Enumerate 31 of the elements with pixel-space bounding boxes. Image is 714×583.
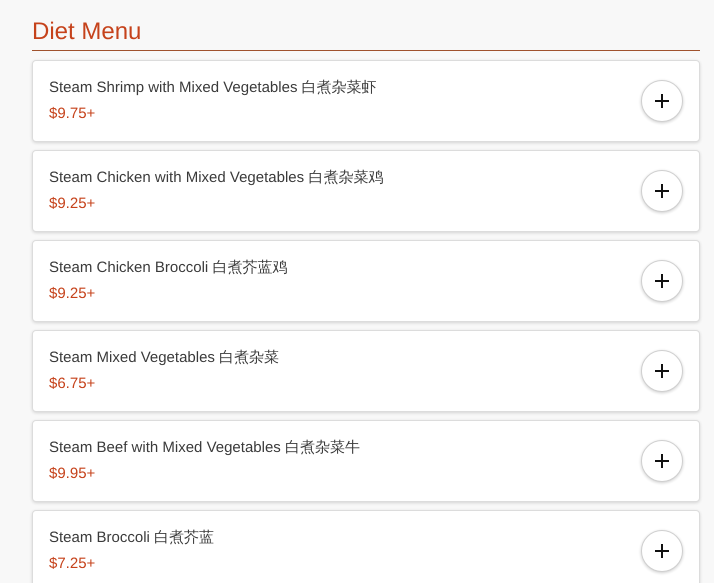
section-title: Diet Menu (32, 17, 142, 47)
plus-icon (654, 363, 670, 379)
item-price: $9.75+ (49, 104, 96, 124)
plus-icon (654, 93, 670, 109)
add-button[interactable] (641, 530, 683, 572)
menu-item-card[interactable]: Steam Broccoli 白煮芥蓝 $7.25+ (32, 510, 700, 583)
add-button[interactable] (641, 440, 683, 482)
menu-item-card[interactable]: Steam Mixed Vegetables 白煮杂菜 $6.75+ (32, 330, 700, 412)
plus-icon (654, 273, 670, 289)
plus-icon (654, 453, 670, 469)
menu-item-card[interactable]: Steam Chicken with Mixed Vegetables 白煮杂菜鸡 $9.25+ (32, 150, 700, 232)
item-price: $7.25+ (49, 554, 96, 574)
add-button[interactable] (641, 170, 683, 212)
menu-item-card[interactable]: Steam Shrimp with Mixed Vegetables 白煮杂菜虾 $9.75+ (32, 60, 700, 142)
item-price: $9.25+ (49, 284, 96, 304)
item-name: Steam Broccoli 白煮芥蓝 (49, 528, 214, 548)
item-name: Steam Beef with Mixed Vegetables 白煮杂菜牛 (49, 438, 360, 458)
add-button[interactable] (641, 80, 683, 122)
item-name: Steam Chicken Broccoli 白煮芥蓝鸡 (49, 258, 288, 278)
item-name: Steam Shrimp with Mixed Vegetables 白煮杂菜虾 (49, 78, 377, 98)
add-button[interactable] (641, 350, 683, 392)
menu-item-card[interactable]: Steam Chicken Broccoli 白煮芥蓝鸡 $9.25+ (32, 240, 700, 322)
item-name: Steam Mixed Vegetables 白煮杂菜 (49, 348, 280, 368)
item-price: $6.75+ (49, 374, 96, 394)
item-price: $9.95+ (49, 464, 96, 484)
plus-icon (654, 183, 670, 199)
menu-item-card[interactable]: Steam Beef with Mixed Vegetables 白煮杂菜牛 $9.95+ (32, 420, 700, 502)
item-price: $9.25+ (49, 194, 96, 214)
add-button[interactable] (641, 260, 683, 302)
plus-icon (654, 543, 670, 559)
item-name: Steam Chicken with Mixed Vegetables 白煮杂菜鸡 (49, 168, 384, 188)
